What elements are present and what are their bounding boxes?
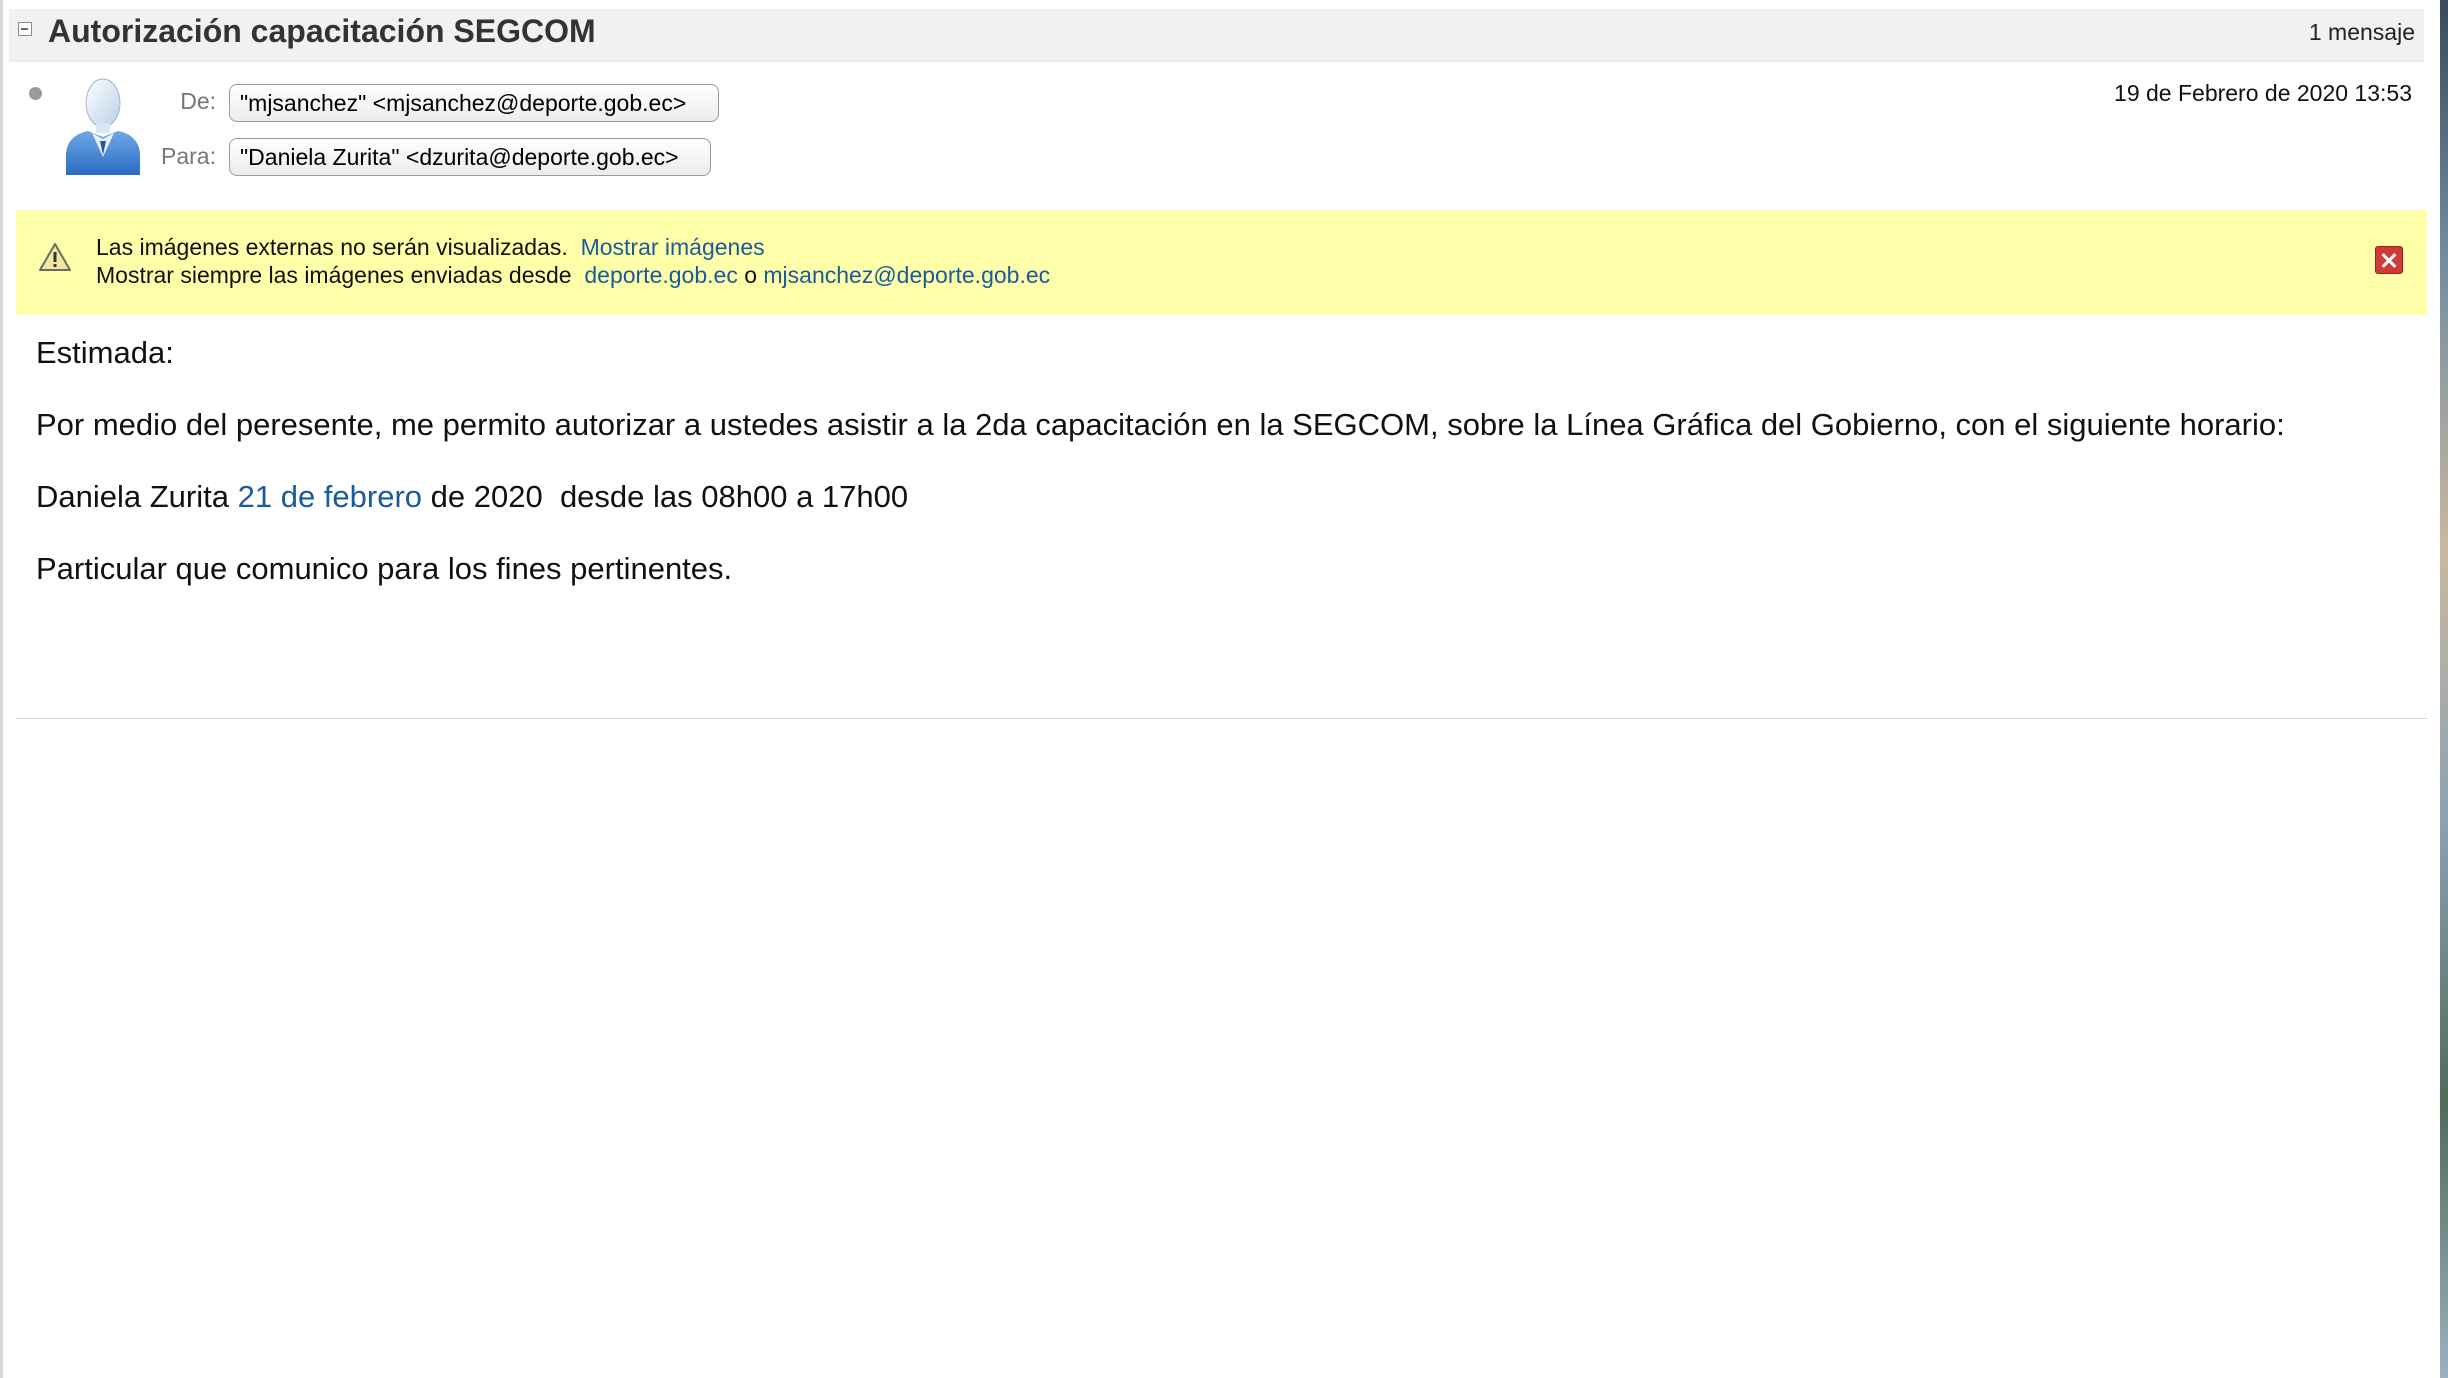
conversation-subject: Autorización capacitación SEGCOM	[48, 13, 596, 49]
schedule-details: de 2020 desde las 08h00 a 17h00	[430, 479, 909, 514]
to-address-pill[interactable]: "Daniela Zurita" <dzurita@deporte.gob.ec…	[229, 138, 711, 176]
read-status-dot[interactable]	[29, 87, 42, 100]
window-left-edge	[0, 0, 3, 1378]
body-greeting: Estimada:	[36, 335, 174, 370]
warning-text: Las imágenes externas no serán visualiza…	[96, 234, 568, 260]
collapse-minus-icon[interactable]	[18, 22, 32, 36]
message-divider	[16, 718, 2427, 719]
window-right-gap	[2424, 0, 2440, 1378]
body-paragraph: Por medio del peresente, me permito auto…	[36, 407, 2285, 442]
message-count: 1 mensaje	[2308, 19, 2415, 45]
body-schedule-line: Daniela Zurita 21 de febrero de 2020 des…	[36, 479, 908, 515]
user-avatar-icon	[66, 78, 140, 175]
body-closing: Particular que comunico para los fines p…	[36, 551, 733, 586]
warning-triangle-icon	[39, 243, 71, 271]
warning-line-1: Las imágenes externas no serán visualiza…	[96, 234, 765, 261]
close-icon[interactable]	[2375, 246, 2403, 274]
trust-domain-link[interactable]: deporte.gob.ec	[584, 262, 737, 288]
schedule-name: Daniela Zurita	[36, 479, 229, 514]
conversation-header: Autorización capacitación SEGCOM 1 mensa…	[9, 9, 2424, 62]
warning-line-2: Mostrar siempre las imágenes enviadas de…	[96, 262, 1050, 289]
external-images-warning: Las imágenes externas no serán visualiza…	[16, 210, 2427, 315]
message-date: 19 de Febrero de 2020 13:53	[2114, 80, 2412, 106]
or-text: o	[744, 262, 757, 288]
schedule-date-link[interactable]: 21 de febrero	[238, 479, 422, 514]
desktop-edge-strip	[2440, 0, 2448, 1378]
to-label: Para:	[161, 143, 216, 169]
from-label: De:	[180, 88, 216, 114]
show-images-link[interactable]: Mostrar imágenes	[581, 234, 765, 260]
always-show-text: Mostrar siempre las imágenes enviadas de…	[96, 262, 572, 288]
from-address-pill[interactable]: "mjsanchez" <mjsanchez@deporte.gob.ec>	[229, 84, 719, 122]
trust-sender-link[interactable]: mjsanchez@deporte.gob.ec	[763, 262, 1050, 288]
